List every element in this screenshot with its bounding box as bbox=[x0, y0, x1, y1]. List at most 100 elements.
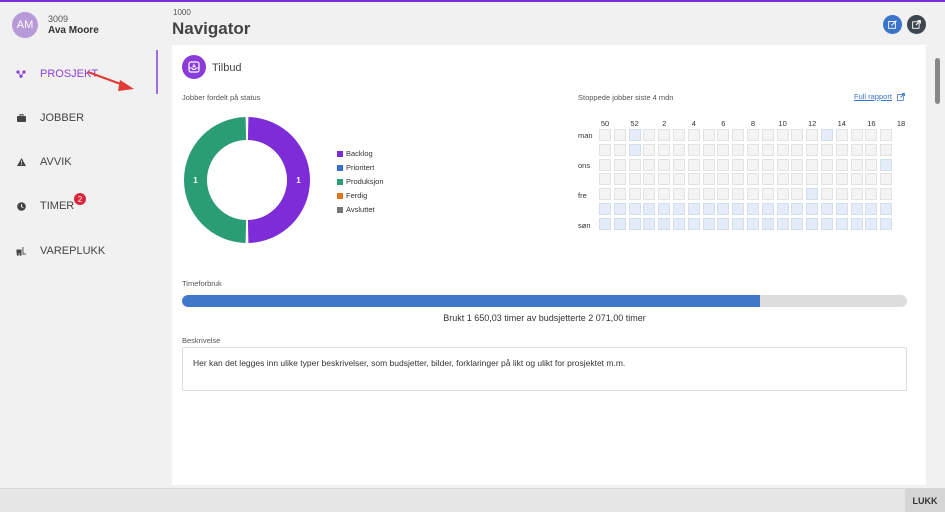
heatmap-cell bbox=[673, 173, 685, 186]
heatmap-cell bbox=[717, 203, 730, 215]
edit-icon bbox=[888, 20, 897, 29]
offer-icon bbox=[182, 55, 206, 79]
heatmap-cell bbox=[702, 143, 715, 156]
heatmap-cell bbox=[687, 203, 700, 215]
heatmap-cell bbox=[791, 203, 804, 215]
heatmap-cell bbox=[791, 188, 804, 201]
heatmap-cell bbox=[850, 203, 863, 215]
heatmap-cell bbox=[776, 217, 789, 230]
scrollbar-thumb[interactable] bbox=[935, 58, 940, 104]
heatmap-cell bbox=[643, 158, 656, 171]
heatmap-cell bbox=[880, 188, 893, 201]
heatmap-cell bbox=[761, 158, 774, 171]
heatmap-cell bbox=[761, 129, 774, 141]
heatmap-cell bbox=[599, 158, 611, 171]
close-button[interactable]: LUKK bbox=[905, 489, 945, 512]
heatmap-cell bbox=[673, 143, 685, 156]
heatmap-cell bbox=[732, 173, 745, 186]
heatmap-cell bbox=[880, 203, 893, 215]
heatmap-cell bbox=[613, 203, 626, 215]
heatmap-x-label: 4 bbox=[691, 119, 696, 128]
heatmap-cell bbox=[747, 173, 759, 186]
avatar[interactable]: AM bbox=[12, 12, 38, 38]
heatmap-cell bbox=[776, 188, 789, 201]
heatmap-cell bbox=[717, 217, 730, 230]
heatmap-cell bbox=[687, 173, 700, 186]
heatmap-cell bbox=[658, 158, 671, 171]
heatmap-cell bbox=[835, 129, 848, 141]
external-link-icon bbox=[897, 92, 905, 101]
active-nav-indicator bbox=[156, 50, 158, 94]
budget-progress-fill bbox=[182, 295, 760, 307]
description-text: Her kan det legges inn ulike typer beskr… bbox=[193, 358, 626, 368]
heatmap-cell bbox=[643, 188, 656, 201]
heatmap-x-label: 16 bbox=[867, 119, 876, 128]
heatmap-cell bbox=[628, 217, 641, 230]
sidebar-item-jobber[interactable]: JOBBER bbox=[16, 112, 84, 124]
heatmap-cell bbox=[880, 143, 893, 156]
heatmap-cell bbox=[806, 188, 819, 201]
heatmap-cell bbox=[702, 158, 715, 171]
annotation-arrow bbox=[87, 70, 134, 91]
edit-button[interactable] bbox=[883, 15, 902, 34]
sidebar-item-avvik[interactable]: AVVIK bbox=[16, 156, 72, 168]
heatmap-cell bbox=[717, 158, 730, 171]
scrollbar-track[interactable] bbox=[934, 45, 942, 485]
forklift-icon bbox=[16, 246, 26, 256]
legend-item-backlog: Backlog bbox=[337, 149, 373, 158]
heatmap-cell bbox=[761, 173, 774, 186]
full-report-link[interactable]: Full rapport bbox=[854, 92, 905, 101]
heatmap-cell bbox=[658, 143, 671, 156]
heatmap-cell bbox=[673, 203, 685, 215]
heatmap-cell bbox=[628, 143, 641, 156]
heatmap-cell bbox=[761, 143, 774, 156]
donut-data-label: 1 bbox=[296, 176, 301, 185]
heatmap-cell bbox=[658, 203, 671, 215]
heatmap-cell bbox=[732, 203, 745, 215]
heatmap-cell bbox=[865, 203, 878, 215]
heatmap-cell bbox=[747, 158, 759, 171]
heatmap-cell bbox=[761, 188, 774, 201]
notification-badge: 2 bbox=[74, 193, 86, 205]
heatmap-cell bbox=[880, 129, 893, 141]
sidebar-item-label: JOBBER bbox=[40, 112, 85, 124]
heatmap-cell bbox=[599, 203, 611, 215]
sidebar-item-label: VAREPLUKK bbox=[40, 245, 106, 257]
open-external-button[interactable] bbox=[907, 15, 926, 34]
heatmap-cell bbox=[687, 188, 700, 201]
full-report-label: Full rapport bbox=[854, 92, 892, 101]
status-donut-chart: 11 bbox=[183, 117, 310, 243]
heatmap-cell bbox=[599, 188, 611, 201]
heatmap-x-label: 14 bbox=[837, 119, 846, 128]
heatmap-cell bbox=[821, 203, 833, 215]
heatmap-cell bbox=[865, 158, 878, 171]
user-info[interactable]: AM 3009 Ava Moore bbox=[12, 12, 99, 38]
briefcase-icon bbox=[16, 113, 26, 123]
heatmap-cell bbox=[776, 143, 789, 156]
sidebar-item-timer[interactable]: TIMER bbox=[16, 200, 74, 212]
heatmap-cell bbox=[673, 217, 685, 230]
heatmap-cell bbox=[613, 143, 626, 156]
legend-swatch bbox=[337, 178, 343, 185]
heatmap-x-label: 18 bbox=[896, 119, 906, 128]
heatmap-cell bbox=[821, 217, 833, 230]
heatmap-cell bbox=[821, 173, 833, 186]
description-box[interactable]: Her kan det legges inn ulike typer beskr… bbox=[182, 347, 907, 391]
status-chart-label: Jobber fordelt på status bbox=[182, 93, 261, 102]
heatmap-cell bbox=[791, 217, 804, 230]
heatmap-cell bbox=[658, 217, 671, 230]
heatmap-cell bbox=[673, 158, 685, 171]
heatmap-cell bbox=[599, 143, 611, 156]
page-title: Navigator bbox=[172, 19, 251, 38]
legend-swatch bbox=[337, 164, 343, 171]
sidebar-item-vareplukk[interactable]: VAREPLUKK bbox=[16, 245, 105, 257]
heatmap-cell bbox=[835, 217, 848, 230]
heatmap-cell bbox=[865, 217, 878, 230]
heatmap-cell bbox=[732, 217, 745, 230]
heatmap-cell bbox=[821, 143, 833, 156]
heatmap-cell bbox=[776, 203, 789, 215]
heatmap-cell bbox=[791, 143, 804, 156]
heatmap-cell bbox=[821, 158, 833, 171]
heatmap-cell bbox=[880, 158, 893, 171]
heatmap-cell bbox=[776, 173, 789, 186]
